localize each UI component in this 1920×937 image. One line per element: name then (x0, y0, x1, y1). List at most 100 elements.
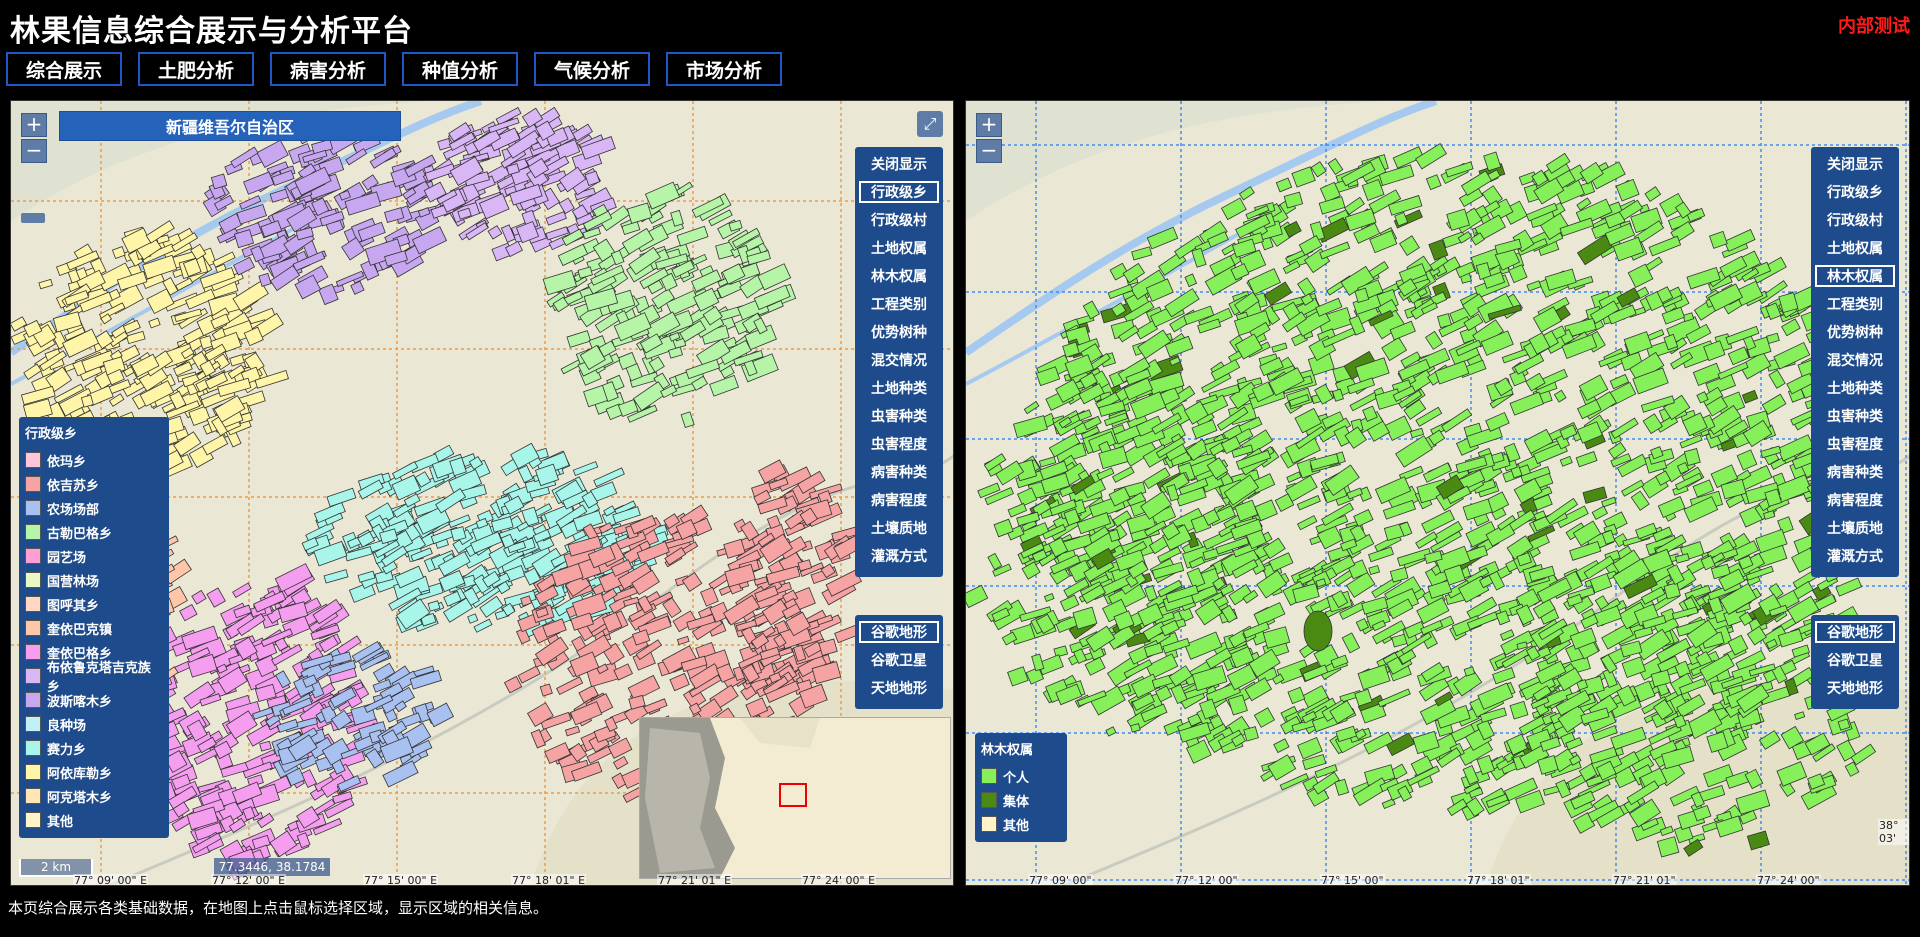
layer-button-9[interactable]: 虫害种类 (859, 405, 939, 427)
layer-button-8[interactable]: 土地种类 (1815, 377, 1895, 399)
legend-item: 个人 (981, 764, 1061, 788)
legend-swatch (25, 572, 41, 588)
lon-label: 77° 15' 00" (1320, 874, 1385, 886)
right-map[interactable]: + − 关闭显示 行政级乡 行政级村 土地权属 林木权属 工程类别 优势树种 混交情况 土地种类… (965, 100, 1910, 886)
expand-icon[interactable]: ⤢ (917, 111, 943, 137)
basemap-button-0[interactable]: 谷歌地形 (1815, 621, 1895, 643)
layer-button-10[interactable]: 虫害程度 (859, 433, 939, 455)
footer-instructions: 本页综合展示各类基础数据，在地图上点击鼠标选择区域，显示区域的相关信息。 (8, 899, 549, 917)
layer-button-14[interactable]: 灌溉方式 (859, 545, 939, 567)
overview-map[interactable] (639, 717, 951, 879)
layer-menu: 关闭显示行政级乡行政级村土地权属林木权属工程类别优势树种混交情况土地种类虫害种类… (1811, 147, 1899, 577)
nav-disease[interactable]: 病害分析 (270, 52, 386, 86)
nav-overview[interactable]: 综合展示 (6, 52, 122, 86)
layer-button-3[interactable]: 土地权属 (859, 237, 939, 259)
legend: 行政级乡 依玛乡 依吉苏乡 农场场部 古勒巴格乡 园艺场 国营林场 图呼其乡 奎依巴克镇 奎依巴… (19, 417, 169, 838)
layer-button-1[interactable]: 行政级乡 (1815, 181, 1895, 203)
legend-label: 阿依库勒乡 (47, 766, 113, 782)
basemap-button-1[interactable]: 谷歌卫星 (1815, 649, 1895, 671)
legend-label: 良种场 (47, 718, 87, 734)
layer-button-6[interactable]: 优势树种 (859, 321, 939, 343)
legend-label: 园艺场 (47, 550, 87, 566)
legend-label: 国营林场 (47, 574, 100, 590)
internal-test-badge: 内部测试 (1838, 16, 1910, 37)
right-map-canvas[interactable] (966, 101, 1910, 886)
left-map[interactable]: + − 新疆维吾尔自治区 ⤢ 关闭显示 行政级乡 行政级村 土地权属 林木权属 工程类别优… (10, 100, 954, 886)
nav-climate[interactable]: 气候分析 (534, 52, 650, 86)
layer-button-4[interactable]: 林木权属 (1815, 265, 1895, 287)
legend-item: 奎依巴克镇 (25, 616, 163, 640)
nav-planting[interactable]: 种值分析 (402, 52, 518, 86)
basemap-menu: 谷歌地形谷歌卫星天地地形 (1811, 615, 1899, 709)
app-title: 林果信息综合展示与分析平台 (10, 14, 413, 49)
layer-button-9[interactable]: 虫害种类 (1815, 405, 1895, 427)
basemap-button-0[interactable]: 谷歌地形 (859, 621, 939, 643)
layer-button-5[interactable]: 工程类别 (859, 293, 939, 315)
legend-title: 行政级乡 (25, 427, 78, 442)
legend-item: 其他 (25, 808, 163, 832)
legend-item: 赛力乡 (25, 736, 163, 760)
layer-button-12[interactable]: 病害程度 (1815, 489, 1895, 511)
legend-swatch (25, 788, 41, 804)
lon-label: 77° 21' 01" E (657, 874, 733, 886)
layer-button-0[interactable]: 关闭显示 (859, 153, 939, 175)
legend-item: 农场场部 (25, 496, 163, 520)
layer-button-11[interactable]: 病害种类 (1815, 461, 1895, 483)
zoom-slider-handle[interactable] (21, 213, 45, 223)
legend-swatch (25, 596, 41, 612)
nav-market[interactable]: 市场分析 (666, 52, 782, 86)
layer-button-13[interactable]: 土壤质地 (1815, 517, 1895, 539)
layer-button-0[interactable]: 关闭显示 (1815, 153, 1895, 175)
legend-item: 良种场 (25, 712, 163, 736)
lon-label: 77° 09' 00" (1028, 874, 1093, 886)
legend-item: 其他 (981, 812, 1061, 836)
legend-item: 图呼其乡 (25, 592, 163, 616)
legend-swatch (25, 548, 41, 564)
layer-button-12[interactable]: 病害程度 (859, 489, 939, 511)
overview-terrain (640, 718, 950, 878)
layer-button-10[interactable]: 虫害程度 (1815, 433, 1895, 455)
zoom-out-button[interactable]: − (976, 139, 1002, 163)
layer-button-5[interactable]: 工程类别 (1815, 293, 1895, 315)
layer-button-4[interactable]: 林木权属 (859, 265, 939, 287)
layer-button-11[interactable]: 病害种类 (859, 461, 939, 483)
nav-soil-fertility[interactable]: 土肥分析 (138, 52, 254, 86)
legend-swatch (25, 524, 41, 540)
lon-label: 77° 15' 00" E (363, 874, 439, 886)
basemap-button-1[interactable]: 谷歌卫星 (859, 649, 939, 671)
layer-button-2[interactable]: 行政级村 (859, 209, 939, 231)
layer-button-13[interactable]: 土壤质地 (859, 517, 939, 539)
layer-button-3[interactable]: 土地权属 (1815, 237, 1895, 259)
legend-label: 个人 (1003, 770, 1030, 786)
zoom-out-button[interactable]: − (21, 139, 47, 163)
legend-item: 国营林场 (25, 568, 163, 592)
layer-button-7[interactable]: 混交情况 (859, 349, 939, 371)
layer-button-2[interactable]: 行政级村 (1815, 209, 1895, 231)
lon-label: 77° 09' 00" E (73, 874, 149, 886)
legend-swatch (25, 764, 41, 780)
zoom-in-button[interactable]: + (976, 113, 1002, 137)
legend-label: 奎依巴克镇 (47, 622, 113, 638)
layer-button-14[interactable]: 灌溉方式 (1815, 545, 1895, 567)
legend-label: 依吉苏乡 (47, 478, 100, 494)
layer-menu: 关闭显示行政级乡行政级村土地权属林木权属工程类别优势树种混交情况土地种类虫害种类… (855, 147, 943, 577)
zoom-in-button[interactable]: + (21, 113, 47, 137)
legend-label: 阿克塔木乡 (47, 790, 113, 806)
legend-label: 图呼其乡 (47, 598, 100, 614)
layer-button-1[interactable]: 行政级乡 (859, 181, 939, 203)
layer-button-7[interactable]: 混交情况 (1815, 349, 1895, 371)
layer-button-8[interactable]: 土地种类 (859, 377, 939, 399)
legend-title: 林木权属 (981, 743, 1034, 758)
lon-label: 77° 12' 00" E (211, 874, 287, 886)
legend-item: 阿依库勒乡 (25, 760, 163, 784)
legend-swatch (25, 500, 41, 516)
legend-swatch (25, 476, 41, 492)
layer-button-6[interactable]: 优势树种 (1815, 321, 1895, 343)
basemap-button-2[interactable]: 天地地形 (1815, 677, 1895, 699)
legend: 林木权属 个人 集体 其他 (975, 733, 1067, 842)
basemap-button-2[interactable]: 天地地形 (859, 677, 939, 699)
legend-label: 农场场部 (47, 502, 100, 518)
legend-swatch (25, 812, 41, 828)
lon-label: 77° 24' 00" (1756, 874, 1821, 886)
lon-label: 77° 18' 01" (1466, 874, 1531, 886)
